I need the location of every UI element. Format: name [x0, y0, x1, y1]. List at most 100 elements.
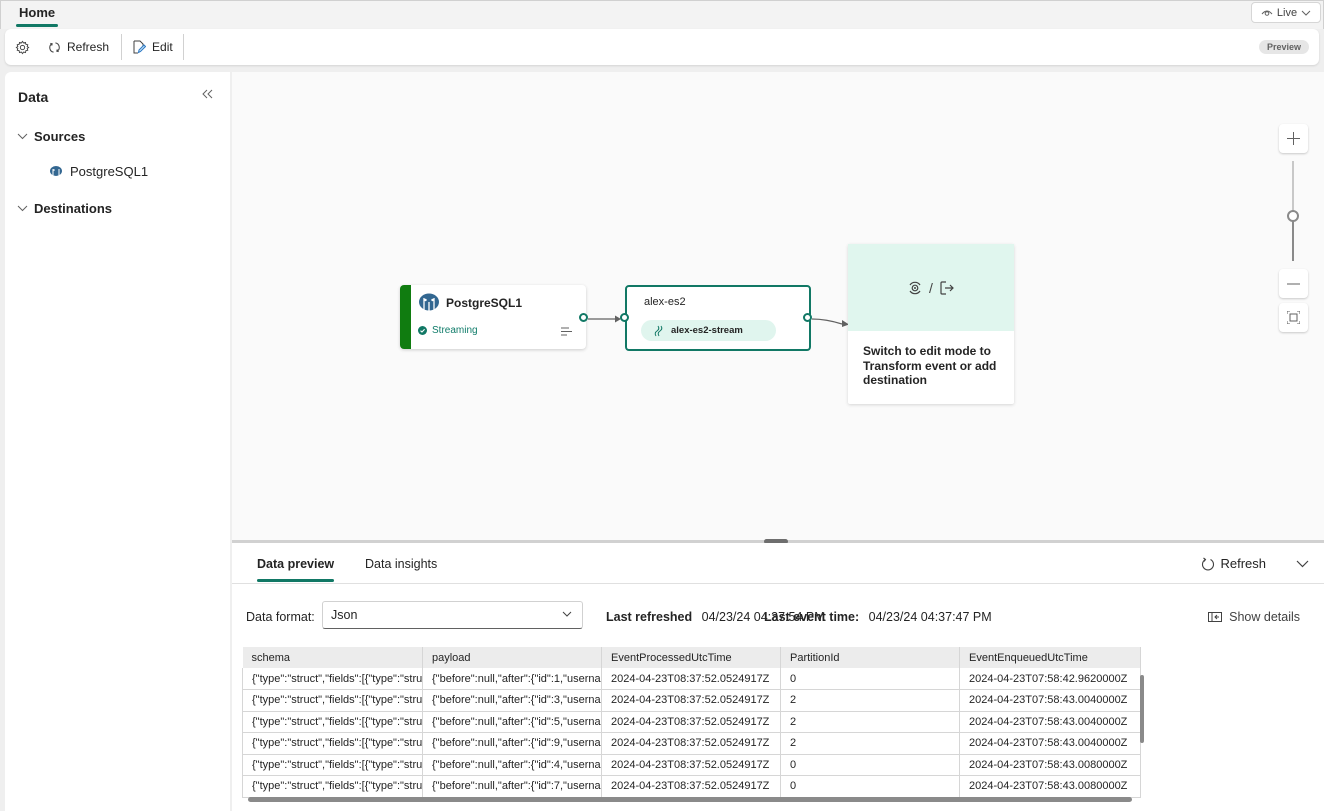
table-cell-eventenqueuedutctime: 2024-04-23T07:58:43.0080000Z: [959, 754, 1141, 776]
data-preview-table: schema payload EventProcessedUtcTime Partit…: [242, 647, 1150, 807]
destination-placeholder-header: /: [848, 244, 1014, 331]
table-row[interactable]: {"type":"struct","fields":[{"type":"stru…: [242, 732, 1141, 755]
postgresql-icon: [419, 293, 439, 313]
last-event-time: Last event time: 04/23/24 04:37:47 PM: [764, 610, 992, 624]
stream-input-port[interactable]: [620, 313, 629, 322]
table-cell-schema: {"type":"struct","fields":[{"type":"stru…: [242, 775, 423, 798]
edit-button[interactable]: Edit: [122, 29, 183, 65]
last-event-time-label: Last event time:: [764, 610, 860, 624]
tab-data-insights[interactable]: Data insights: [365, 557, 437, 571]
show-details-button[interactable]: Show details: [1208, 610, 1300, 624]
table-cell-payload: {"before":null,"after":{"id":3,"usernam: [422, 689, 602, 712]
table-row[interactable]: {"type":"struct","fields":[{"type":"stru…: [242, 775, 1141, 798]
exit-destination-icon: [940, 280, 954, 295]
destinations-label: Destinations: [34, 201, 113, 216]
eventstream-node[interactable]: alex-es2 alex-es2-stream: [625, 285, 811, 351]
table-cell-partitionid: 2: [780, 711, 960, 733]
zoom-slider[interactable]: [1287, 161, 1299, 261]
sidebar-section-destinations[interactable]: Destinations: [17, 201, 112, 216]
column-header-eventenqueuedutctime[interactable]: EventEnqueuedUtcTime: [959, 647, 1141, 668]
table-row[interactable]: {"type":"struct","fields":[{"type":"stru…: [242, 668, 1141, 690]
edit-icon: [133, 40, 147, 54]
chevron-down-icon: [562, 611, 572, 617]
double-chevron-left-icon: [202, 89, 213, 99]
horizontal-scrollbar[interactable]: [248, 797, 1132, 802]
edit-label: Edit: [152, 40, 173, 54]
node-menu-icon[interactable]: [561, 327, 572, 336]
zoom-slider-thumb[interactable]: [1287, 210, 1299, 222]
show-details-label: Show details: [1229, 610, 1300, 624]
table-cell-partitionid: 0: [780, 775, 960, 798]
table-cell-schema: {"type":"struct","fields":[{"type":"stru…: [242, 668, 423, 690]
postgresql-icon: [50, 165, 62, 177]
column-header-payload[interactable]: payload: [422, 647, 602, 668]
table-cell-schema: {"type":"struct","fields":[{"type":"stru…: [242, 689, 423, 712]
table-row[interactable]: {"type":"struct","fields":[{"type":"stru…: [242, 689, 1141, 712]
last-refreshed-label: Last refreshed: [606, 610, 693, 624]
refresh-icon: [49, 41, 60, 53]
table-cell-partitionid: 0: [780, 668, 960, 690]
zoom-in-button[interactable]: [1279, 124, 1308, 153]
source-output-port[interactable]: [579, 313, 588, 322]
tab-home[interactable]: Home: [16, 4, 59, 27]
chevron-down-icon: [17, 133, 28, 140]
column-header-schema[interactable]: schema: [242, 647, 423, 668]
topology-canvas[interactable]: PostgreSQL1 Streaming alex-es2 alex-es2-…: [232, 72, 1324, 540]
table-cell-partitionid: 2: [780, 689, 960, 712]
stream-icon: [654, 325, 663, 336]
refresh-label: Refresh: [67, 40, 110, 54]
check-circle-icon: [418, 326, 427, 335]
settings-button[interactable]: [5, 29, 40, 65]
source-node-postgresql1[interactable]: PostgreSQL1 Streaming: [400, 285, 586, 349]
eye-icon: [1261, 10, 1273, 16]
connector-arrow-stream-dest: [812, 318, 849, 327]
eventstream-name: alex-es2: [644, 296, 686, 308]
minus-icon: [1287, 283, 1300, 284]
streaming-label: Streaming: [432, 325, 478, 336]
table-cell-eventenqueuedutctime: 2024-04-23T07:58:42.9620000Z: [959, 668, 1141, 690]
icon-separator: /: [929, 279, 933, 296]
data-format-label: Data format:: [246, 610, 315, 624]
collapse-sidebar-button[interactable]: [202, 86, 213, 102]
zoom-out-button[interactable]: [1279, 269, 1308, 298]
chevron-down-icon: [17, 205, 28, 212]
sidebar-item-postgresql1[interactable]: PostgreSQL1: [49, 164, 148, 179]
chevron-down-icon: [1301, 10, 1311, 16]
table-cell-eventprocessedutctime: 2024-04-23T08:37:52.0524917Z: [601, 711, 781, 733]
live-view-dropdown[interactable]: Live: [1251, 2, 1321, 23]
toolbar-divider: [182, 34, 184, 60]
data-sidebar: Data Sources PostgreSQL1 Destinations: [5, 72, 230, 811]
table-cell-payload: {"before":null,"after":{"id":4,"usernam: [422, 754, 602, 776]
stream-pill[interactable]: alex-es2-stream: [641, 320, 776, 341]
table-cell-eventenqueuedutctime: 2024-04-23T07:58:43.0040000Z: [959, 689, 1141, 712]
bottom-tabs: Data preview Data insights Refresh: [232, 543, 1324, 584]
zoom-slider-fill: [1292, 216, 1294, 261]
refresh-button[interactable]: Refresh: [40, 29, 121, 65]
gear-icon: [15, 40, 30, 54]
column-header-partitionid[interactable]: PartitionId: [780, 647, 960, 668]
top-tab-bar: Home Live: [0, 0, 1324, 29]
stream-output-port[interactable]: [803, 313, 812, 322]
table-row[interactable]: {"type":"struct","fields":[{"type":"stru…: [242, 711, 1141, 733]
source-status: Streaming: [418, 325, 478, 336]
preview-badge: Preview: [1258, 40, 1309, 54]
plus-icon: [1287, 132, 1300, 145]
data-format-dropdown[interactable]: Json: [322, 601, 583, 629]
fit-to-view-button[interactable]: [1279, 303, 1308, 332]
table-row[interactable]: {"type":"struct","fields":[{"type":"stru…: [242, 754, 1141, 776]
source-status-bar: [400, 285, 411, 349]
destination-placeholder-node[interactable]: / Switch to edit mode to Transform event…: [848, 244, 1014, 404]
table-cell-schema: {"type":"struct","fields":[{"type":"stru…: [242, 754, 423, 776]
table-cell-eventprocessedutctime: 2024-04-23T08:37:52.0524917Z: [601, 754, 781, 776]
stream-name: alex-es2-stream: [671, 325, 743, 336]
fit-view-icon: [1287, 311, 1300, 324]
vertical-scrollbar[interactable]: [1140, 675, 1144, 743]
collapse-panel-button[interactable]: [1296, 557, 1309, 571]
table-cell-partitionid: 0: [780, 754, 960, 776]
preview-refresh-button[interactable]: Refresh: [1201, 556, 1266, 571]
sidebar-section-sources[interactable]: Sources: [17, 129, 85, 144]
table-cell-payload: {"before":null,"after":{"id":7,"usernam: [422, 775, 602, 798]
postgresql1-label: PostgreSQL1: [70, 164, 149, 179]
column-header-eventprocessedutctime[interactable]: EventProcessedUtcTime: [601, 647, 781, 668]
tab-data-preview[interactable]: Data preview: [257, 557, 335, 582]
